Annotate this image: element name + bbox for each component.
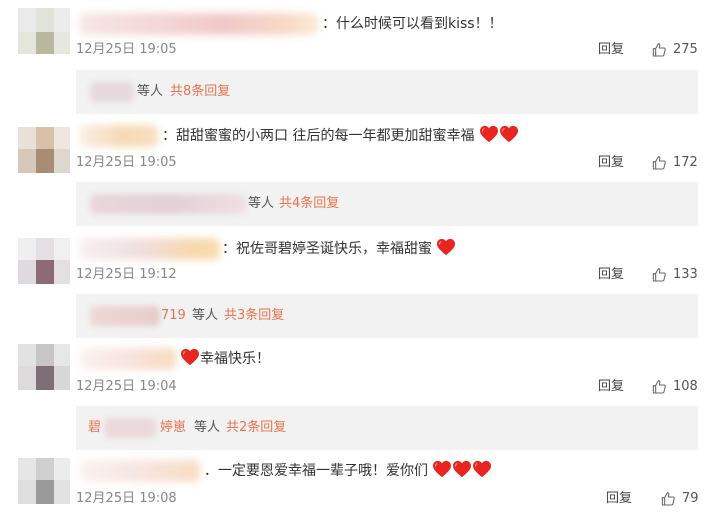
reply-thread-bar[interactable]: 碧 婷崽 等人 共2条回复: [76, 406, 698, 450]
username-blurred[interactable]: [80, 125, 158, 147]
reply-count-link[interactable]: 共8条回复: [170, 82, 230, 102]
comment-time: 12月25日 19:12: [76, 267, 177, 282]
comment-time: 12月25日 19:04: [76, 379, 177, 394]
reply-thread-users: 等人: [248, 196, 275, 211]
like-button[interactable]: 172: [651, 154, 698, 172]
replier-names-blurred: [90, 82, 134, 102]
avatar[interactable]: [18, 127, 70, 173]
comment-text: ：甜甜蜜蜜的小两口 往后的每一年都更加甜蜜幸福: [162, 125, 519, 147]
heart-icon: [472, 460, 492, 478]
reply-button[interactable]: 回复: [598, 266, 624, 284]
comment-item: ：什么时候可以看到kiss！！ 12月25日 19:05 回复 275 等人 共…: [0, 0, 726, 120]
avatar[interactable]: [18, 8, 70, 54]
reply-button[interactable]: 回复: [598, 378, 624, 396]
avatar[interactable]: [18, 344, 70, 390]
reply-thread-bar[interactable]: 719 等人 共3条回复: [76, 294, 698, 338]
comment-time: 12月25日 19:05: [76, 155, 177, 170]
thumbs-up-icon: [651, 42, 667, 58]
like-button[interactable]: 275: [651, 41, 698, 59]
reply-thread-users: 等人: [137, 84, 164, 99]
reply-button[interactable]: 回复: [598, 154, 624, 172]
like-button[interactable]: 79: [660, 490, 699, 508]
comment-text: ．一定要恩爱幸福一辈子哦！爱你们: [204, 460, 492, 482]
reply-thread-bar[interactable]: 等人 共4条回复: [76, 182, 698, 226]
like-button[interactable]: 133: [651, 266, 698, 284]
reply-button[interactable]: 回复: [598, 41, 624, 59]
reply-count-link[interactable]: 共2条回复: [226, 418, 286, 438]
reply-thread-users: 等人: [192, 308, 219, 323]
like-count: 172: [673, 155, 698, 170]
username-blurred[interactable]: [80, 238, 220, 260]
thumbs-up-icon: [651, 379, 667, 395]
like-count: 108: [673, 379, 698, 394]
username-blurred[interactable]: [80, 348, 176, 370]
heart-icon: [452, 460, 472, 478]
avatar[interactable]: [18, 458, 70, 504]
like-button[interactable]: 108: [651, 378, 698, 396]
comment-time: 12月25日 19:08: [76, 491, 177, 506]
heart-icon: [436, 238, 456, 256]
heart-icon: [180, 348, 200, 366]
replier-names-blurred: [90, 194, 246, 214]
comment-text: 幸福快乐！: [180, 348, 270, 370]
heart-icon: [499, 125, 519, 143]
reply-button[interactable]: 回复: [606, 490, 632, 508]
like-count: 133: [673, 267, 698, 282]
replier-names-blurred: [104, 418, 156, 438]
reply-thread-prefix: 婷崽: [160, 420, 187, 435]
heart-icon: [432, 460, 452, 478]
thumbs-up-icon: [660, 491, 676, 507]
reply-count-link[interactable]: 共3条回复: [224, 306, 284, 326]
heart-icon: [479, 125, 499, 143]
reply-count-link[interactable]: 共4条回复: [279, 194, 339, 214]
reply-thread-prefix: 719: [161, 308, 186, 323]
replier-names-blurred: [90, 306, 160, 326]
thumbs-up-icon: [651, 155, 667, 171]
comment-text: ：祝佐哥碧婷圣诞快乐，幸福甜蜜: [222, 238, 456, 260]
comment-item: ：甜甜蜜蜜的小两口 往后的每一年都更加甜蜜幸福 12月25日 19:05 回复 …: [0, 120, 726, 232]
username-blurred[interactable]: [80, 13, 318, 35]
avatar[interactable]: [18, 238, 70, 284]
reply-thread-bar[interactable]: 等人 共8条回复: [76, 70, 698, 114]
like-count: 275: [673, 42, 698, 57]
comment-item: 幸福快乐！ 12月25日 19:04 回复 108 碧 婷崽 等人 共2条回复: [0, 344, 726, 456]
username-blurred[interactable]: [80, 460, 200, 482]
comment-text: ：什么时候可以看到kiss！！: [322, 16, 503, 32]
comment-time: 12月25日 19:05: [76, 42, 177, 57]
reply-thread-prefix: 碧: [88, 420, 102, 435]
comment-item: ．一定要恩爱幸福一辈子哦！爱你们 12月25日 19:08 回复 79: [0, 456, 726, 518]
like-count: 79: [682, 491, 699, 506]
comment-item: ：祝佐哥碧婷圣诞快乐，幸福甜蜜 12月25日 19:12 回复 133 719 …: [0, 232, 726, 344]
reply-thread-users: 等人: [194, 420, 221, 435]
thumbs-up-icon: [651, 267, 667, 283]
